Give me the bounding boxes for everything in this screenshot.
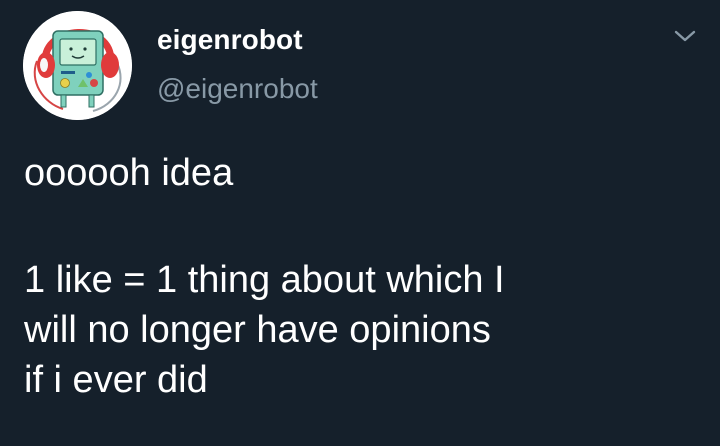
tweet-text-line: if i ever did xyxy=(24,359,208,401)
author-display-name[interactable]: eigenrobot xyxy=(157,24,303,56)
tweet-text-line: oooooh idea xyxy=(24,152,234,194)
tweet-text-line: will no longer have opinions xyxy=(24,309,491,351)
tweet-menu-button[interactable] xyxy=(673,28,697,44)
bmo-with-headphones-avatar-icon xyxy=(23,11,132,120)
author-handle[interactable]: @eigenrobot xyxy=(157,73,318,105)
avatar[interactable] xyxy=(23,11,132,120)
chevron-down-icon xyxy=(674,30,696,42)
tweet-text-line: 1 like = 1 thing about which I xyxy=(24,259,505,301)
tweet-text: oooooh idea 1 like = 1 thing about which… xyxy=(24,148,704,405)
tweet-card: eigenrobot @eigenrobot oooooh idea 1 lik… xyxy=(0,0,720,446)
